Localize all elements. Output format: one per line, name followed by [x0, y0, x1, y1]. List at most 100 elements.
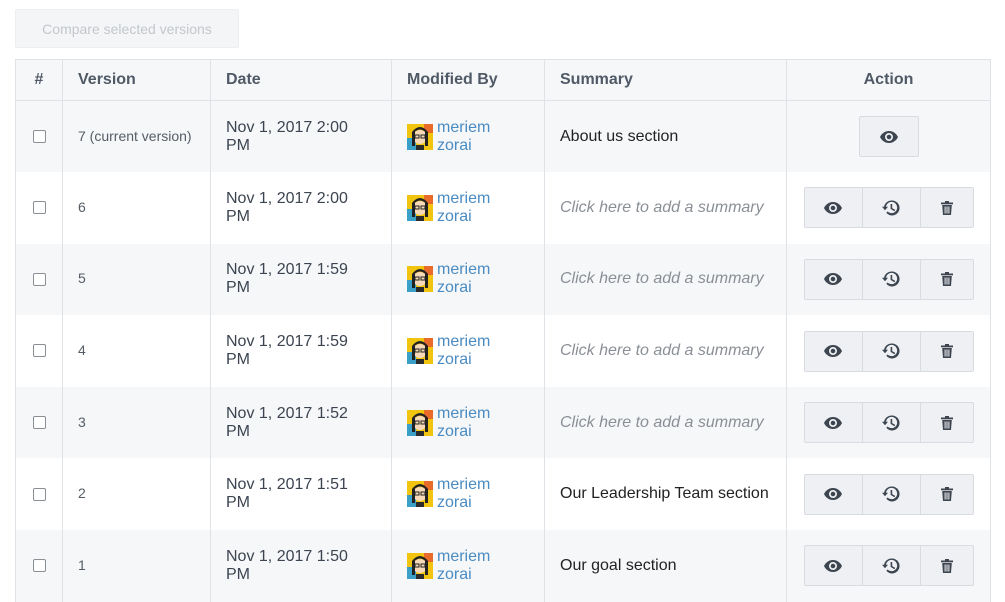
restore-version-button[interactable] [861, 545, 921, 587]
summary-cell: Click here to add a summary [544, 315, 787, 387]
summary-cell: Our goal section [544, 530, 787, 602]
user-avatar [407, 481, 433, 508]
modified-by-cell: meriem zorai [391, 100, 545, 173]
version-cell: 7 (current version) [62, 100, 211, 173]
version-date: Nov 1, 2017 1:50 PM [226, 547, 348, 583]
summary-cell: Click here to add a summary [544, 386, 787, 459]
delete-version-button[interactable] [919, 187, 974, 229]
select-cell [15, 315, 63, 387]
view-version-button[interactable] [803, 473, 863, 515]
action-cell [786, 172, 991, 244]
select-version-checkbox[interactable] [32, 129, 46, 143]
action-cell [786, 243, 991, 316]
modified-by-user-link[interactable]: meriem zorai [437, 333, 529, 369]
date-cell: Nov 1, 2017 1:51 PM [210, 458, 392, 531]
table-header-row: # Version Date Modified By Summary Actio… [15, 59, 991, 101]
table-row: 7 (current version) Nov 1, 2017 2:00 PM [15, 100, 991, 173]
modified-by-user-link[interactable]: meriem zorai [437, 190, 529, 226]
action-cell [786, 458, 991, 531]
select-cell [15, 530, 63, 602]
table-row: 3 Nov 1, 2017 1:52 PM meriem zorai Click… [15, 386, 991, 459]
restore-version-button[interactable] [861, 330, 921, 372]
versions-table: # Version Date Modified By Summary Actio… [15, 59, 991, 602]
date-cell: Nov 1, 2017 2:00 PM [210, 100, 392, 173]
restore-icon [882, 557, 900, 575]
column-header-summary: Summary [544, 59, 787, 101]
version-summary: Our Leadership Team section [560, 485, 769, 503]
action-cell [786, 386, 991, 459]
user-avatar [407, 552, 433, 579]
view-version-button[interactable] [803, 402, 863, 444]
table-row: 1 Nov 1, 2017 1:50 PM meriem zorai Our g… [15, 530, 991, 602]
restore-version-button[interactable] [861, 473, 921, 515]
user-avatar [407, 266, 433, 293]
action-button-group [858, 116, 919, 158]
view-version-button[interactable] [803, 545, 863, 587]
restore-version-button[interactable] [861, 402, 921, 444]
eye-icon [824, 273, 842, 286]
version-cell: 5 [62, 243, 211, 316]
action-cell [786, 100, 991, 173]
select-cell [15, 243, 63, 316]
user-avatar [407, 123, 433, 150]
version-summary[interactable]: Click here to add a summary [560, 342, 764, 359]
user-avatar [407, 338, 433, 365]
column-header-version: Version [62, 59, 211, 101]
trash-icon [940, 415, 953, 430]
table-row: 5 Nov 1, 2017 1:59 PM meriem zorai Click… [15, 243, 991, 316]
select-version-checkbox[interactable] [32, 272, 46, 286]
delete-version-button[interactable] [919, 473, 974, 515]
version-cell: 3 [62, 386, 211, 459]
action-button-group [803, 330, 974, 372]
restore-icon [882, 342, 900, 360]
action-button-group [803, 187, 974, 229]
restore-version-button[interactable] [861, 258, 921, 300]
version-number: 6 [78, 198, 86, 215]
modified-by-user-link[interactable]: meriem zorai [437, 261, 529, 297]
version-number: 2 [78, 485, 86, 502]
version-number: 3 [78, 413, 86, 430]
version-cell: 6 [62, 172, 211, 244]
select-version-checkbox[interactable] [32, 344, 46, 358]
version-date: Nov 1, 2017 1:52 PM [226, 404, 348, 440]
version-summary[interactable]: Click here to add a summary [560, 414, 764, 431]
restore-version-button[interactable] [861, 187, 921, 229]
view-version-button[interactable] [803, 258, 863, 300]
trash-icon [940, 344, 953, 359]
modified-by-user-link[interactable]: meriem zorai [437, 548, 529, 584]
version-date: Nov 1, 2017 2:00 PM [226, 189, 348, 225]
summary-cell: About us section [544, 100, 787, 173]
trash-icon [940, 558, 953, 573]
view-version-button[interactable] [803, 187, 863, 229]
select-version-checkbox[interactable] [32, 201, 46, 215]
version-date: Nov 1, 2017 1:51 PM [226, 476, 348, 512]
modified-by-cell: meriem zorai [391, 172, 545, 244]
summary-cell: Our Leadership Team section [544, 458, 787, 531]
select-version-checkbox[interactable] [32, 559, 46, 573]
trash-icon [940, 200, 953, 215]
modified-by-user-link[interactable]: meriem zorai [437, 476, 529, 512]
version-summary[interactable]: Click here to add a summary [560, 199, 764, 216]
date-cell: Nov 1, 2017 1:59 PM [210, 315, 392, 387]
delete-version-button[interactable] [919, 545, 974, 587]
modified-by-cell: meriem zorai [391, 315, 545, 387]
version-number: 7 (current version) [78, 127, 192, 144]
compare-versions-button[interactable]: Compare selected versions [15, 9, 239, 48]
version-summary[interactable]: Click here to add a summary [560, 270, 764, 287]
modified-by-user-link[interactable]: meriem zorai [437, 405, 529, 441]
modified-by-user-link[interactable]: meriem zorai [437, 119, 529, 155]
delete-version-button[interactable] [919, 402, 974, 444]
version-date: Nov 1, 2017 2:00 PM [226, 118, 348, 154]
delete-version-button[interactable] [919, 258, 974, 300]
modified-by-cell: meriem zorai [391, 386, 545, 459]
view-version-button[interactable] [858, 116, 919, 158]
select-version-checkbox[interactable] [32, 487, 46, 501]
select-version-checkbox[interactable] [32, 415, 46, 429]
column-header-action: Action [786, 59, 991, 101]
action-button-group [803, 402, 974, 444]
modified-by-cell: meriem zorai [391, 458, 545, 531]
action-button-group [803, 258, 974, 300]
delete-version-button[interactable] [919, 330, 974, 372]
view-version-button[interactable] [803, 330, 863, 372]
restore-icon [882, 199, 900, 217]
